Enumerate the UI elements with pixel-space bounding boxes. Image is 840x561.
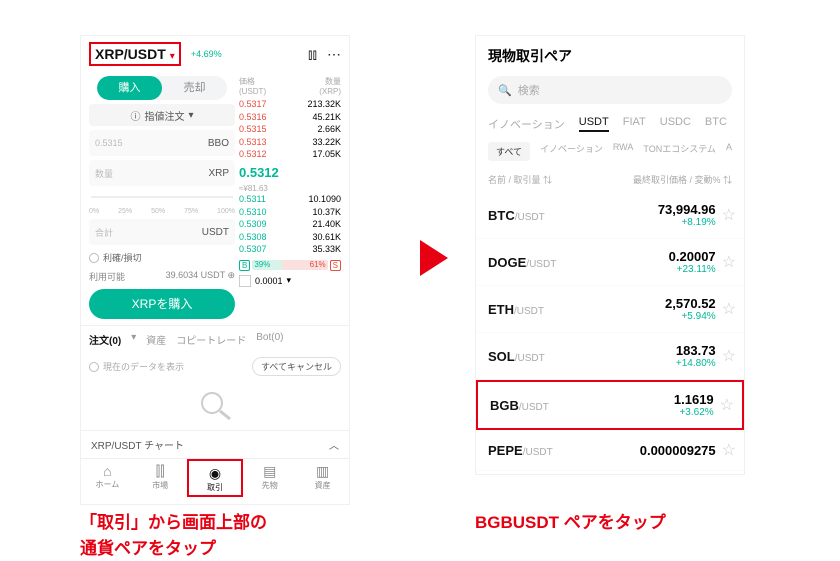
- bid-row[interactable]: 0.531110.1090: [239, 193, 341, 206]
- ask-row[interactable]: 0.531645.21K: [239, 111, 341, 124]
- subtab-すべて[interactable]: すべて: [488, 142, 530, 161]
- star-icon[interactable]: ☆: [722, 440, 736, 460]
- caption-left: 「取引」から画面上部の通貨ペアをタップ: [80, 510, 267, 561]
- available-balance: 利用可能 39.6034 USDT ⊕: [89, 270, 235, 283]
- caret-down-icon: ▾: [170, 51, 175, 62]
- chevron-up-icon: ︿: [329, 437, 339, 452]
- screen-title: 現物取引ペア: [476, 36, 744, 72]
- tab-イノベーション[interactable]: イノベーション: [488, 116, 565, 132]
- pair-symbol: XRP/USDT: [95, 46, 166, 62]
- depth-ratio: B 39%61% S: [239, 260, 341, 271]
- bid-row[interactable]: 0.530921.40K: [239, 218, 341, 231]
- subtab-TONエコシステム[interactable]: TONエコシステム: [643, 142, 716, 161]
- topbar: XRP/USDT ▾ +4.69% ⫾⫾ ⋯: [81, 36, 349, 72]
- quote-tabs[interactable]: イノベーション USDT FIAT USDC BTC: [476, 108, 744, 136]
- cancel-all-button[interactable]: すべてキャンセル: [252, 357, 341, 376]
- radio-icon: [89, 253, 99, 263]
- pair-row-BTC[interactable]: BTC/USDT73,994.96+8.19%☆: [476, 192, 744, 239]
- top-icons: ⫾⫾ ⋯: [308, 46, 341, 63]
- bottom-nav: ⌂ホーム⫿⫿市場◉取引▤先物▥資産: [81, 458, 349, 497]
- nav-市場[interactable]: ⫿⫿市場: [134, 459, 187, 497]
- nav-資産[interactable]: ▥資産: [296, 459, 349, 497]
- chart-icon[interactable]: ⫾⫾: [308, 46, 317, 63]
- layout-icon[interactable]: [239, 275, 251, 287]
- bid-row[interactable]: 0.530735.33K: [239, 243, 341, 256]
- sell-tab[interactable]: 売却: [162, 76, 227, 100]
- nav-先物[interactable]: ▤先物: [243, 459, 296, 497]
- slider-ticks: 0%25%50%75%100%: [89, 208, 235, 215]
- tab-BTC[interactable]: BTC: [705, 116, 727, 132]
- tpsl-toggle[interactable]: 利確/損切: [89, 251, 235, 264]
- subtab-A[interactable]: A: [726, 142, 732, 161]
- amount-slider[interactable]: [91, 192, 233, 202]
- ask-row[interactable]: 0.5317213.32K: [239, 98, 341, 111]
- info-icon: ⓘ: [130, 108, 140, 123]
- pair-row-PEPE[interactable]: PEPE/USDT0.000009275☆: [476, 430, 744, 471]
- show-current-checkbox[interactable]: 現在のデータを表示: [89, 360, 184, 373]
- pair-row-DOGE[interactable]: DOGE/USDT0.20007+23.11%☆: [476, 239, 744, 286]
- trade-screen: XRP/USDT ▾ +4.69% ⫾⫾ ⋯ 購入 売却 ⓘ 指値注文 ▾ 0.…: [80, 35, 350, 505]
- pair-list: BTC/USDT73,994.96+8.19%☆DOGE/USDT0.20007…: [476, 192, 744, 471]
- star-icon[interactable]: ☆: [722, 346, 736, 366]
- ask-row[interactable]: 0.531333.22K: [239, 136, 341, 149]
- star-icon[interactable]: ☆: [722, 252, 736, 272]
- caption-right: BGBUSDT ペアをタップ: [475, 510, 666, 536]
- category-tabs[interactable]: すべてイノベーション RWA TONエコシステム A: [476, 136, 744, 167]
- caret-down-icon: ▾: [188, 110, 193, 121]
- more-icon[interactable]: ⋯: [327, 46, 341, 63]
- orders-tabs[interactable]: 注文(0)▾ 資産 コピートレード Bot(0): [81, 325, 349, 353]
- bid-row[interactable]: 0.530830.61K: [239, 231, 341, 244]
- pair-selector[interactable]: XRP/USDT ▾: [89, 42, 181, 66]
- pair-row-SOL[interactable]: SOL/USDT183.73+14.80%☆: [476, 333, 744, 380]
- mid-price: 0.5312: [239, 165, 341, 180]
- pair-change: +4.69%: [191, 49, 222, 59]
- order-type-select[interactable]: ⓘ 指値注文 ▾: [89, 104, 235, 126]
- buy-sell-toggle[interactable]: 購入 売却: [97, 76, 227, 100]
- ask-row[interactable]: 0.53152.66K: [239, 123, 341, 136]
- subtab-RWA[interactable]: RWA: [613, 142, 634, 161]
- transfer-icon[interactable]: ⊕: [227, 270, 235, 280]
- tab-FIAT[interactable]: FIAT: [623, 116, 646, 132]
- pair-row-ETH[interactable]: ETH/USDT2,570.52+5.94%☆: [476, 286, 744, 333]
- pair-row-BGB[interactable]: BGB/USDT1.1619+3.62%☆: [476, 380, 744, 430]
- arrow-right-icon: [420, 240, 448, 276]
- subtab-イノベーション[interactable]: イノベーション: [540, 142, 603, 161]
- nav-取引[interactable]: ◉取引: [187, 459, 244, 497]
- list-header[interactable]: 名前 / 取引量 ⇅ 最終取引価格 / 変動% ⇅: [476, 167, 744, 192]
- tab-USDT[interactable]: USDT: [579, 116, 609, 132]
- buy-button[interactable]: XRPを購入: [89, 289, 235, 319]
- star-icon[interactable]: ☆: [722, 299, 736, 319]
- tab-USDC[interactable]: USDC: [660, 116, 691, 132]
- nav-ホーム[interactable]: ⌂ホーム: [81, 459, 134, 497]
- orderbook: 価格(USDT) 数量(XRP) 0.5317213.32K0.531645.2…: [235, 72, 349, 287]
- search-input[interactable]: 🔍 検索: [488, 76, 732, 104]
- chart-toggle[interactable]: XRP/USDT チャート︿: [81, 430, 349, 458]
- qty-input[interactable]: 数量 XRP: [89, 160, 235, 186]
- pair-list-screen: 現物取引ペア 🔍 検索 イノベーションUSDTFIATUSDCBTC すべてイノ…: [475, 35, 745, 475]
- buy-tab[interactable]: 購入: [97, 76, 162, 100]
- star-icon[interactable]: ☆: [722, 205, 736, 225]
- precision-select[interactable]: 0.0001▾: [239, 275, 341, 287]
- bid-row[interactable]: 0.531010.37K: [239, 206, 341, 219]
- empty-state: [81, 380, 349, 430]
- price-input[interactable]: 0.5315 BBO: [89, 130, 235, 156]
- ask-row[interactable]: 0.531217.05K: [239, 148, 341, 161]
- star-icon[interactable]: ☆: [720, 395, 734, 415]
- search-icon: 🔍: [498, 84, 512, 97]
- total-input[interactable]: 合計 USDT: [89, 219, 235, 245]
